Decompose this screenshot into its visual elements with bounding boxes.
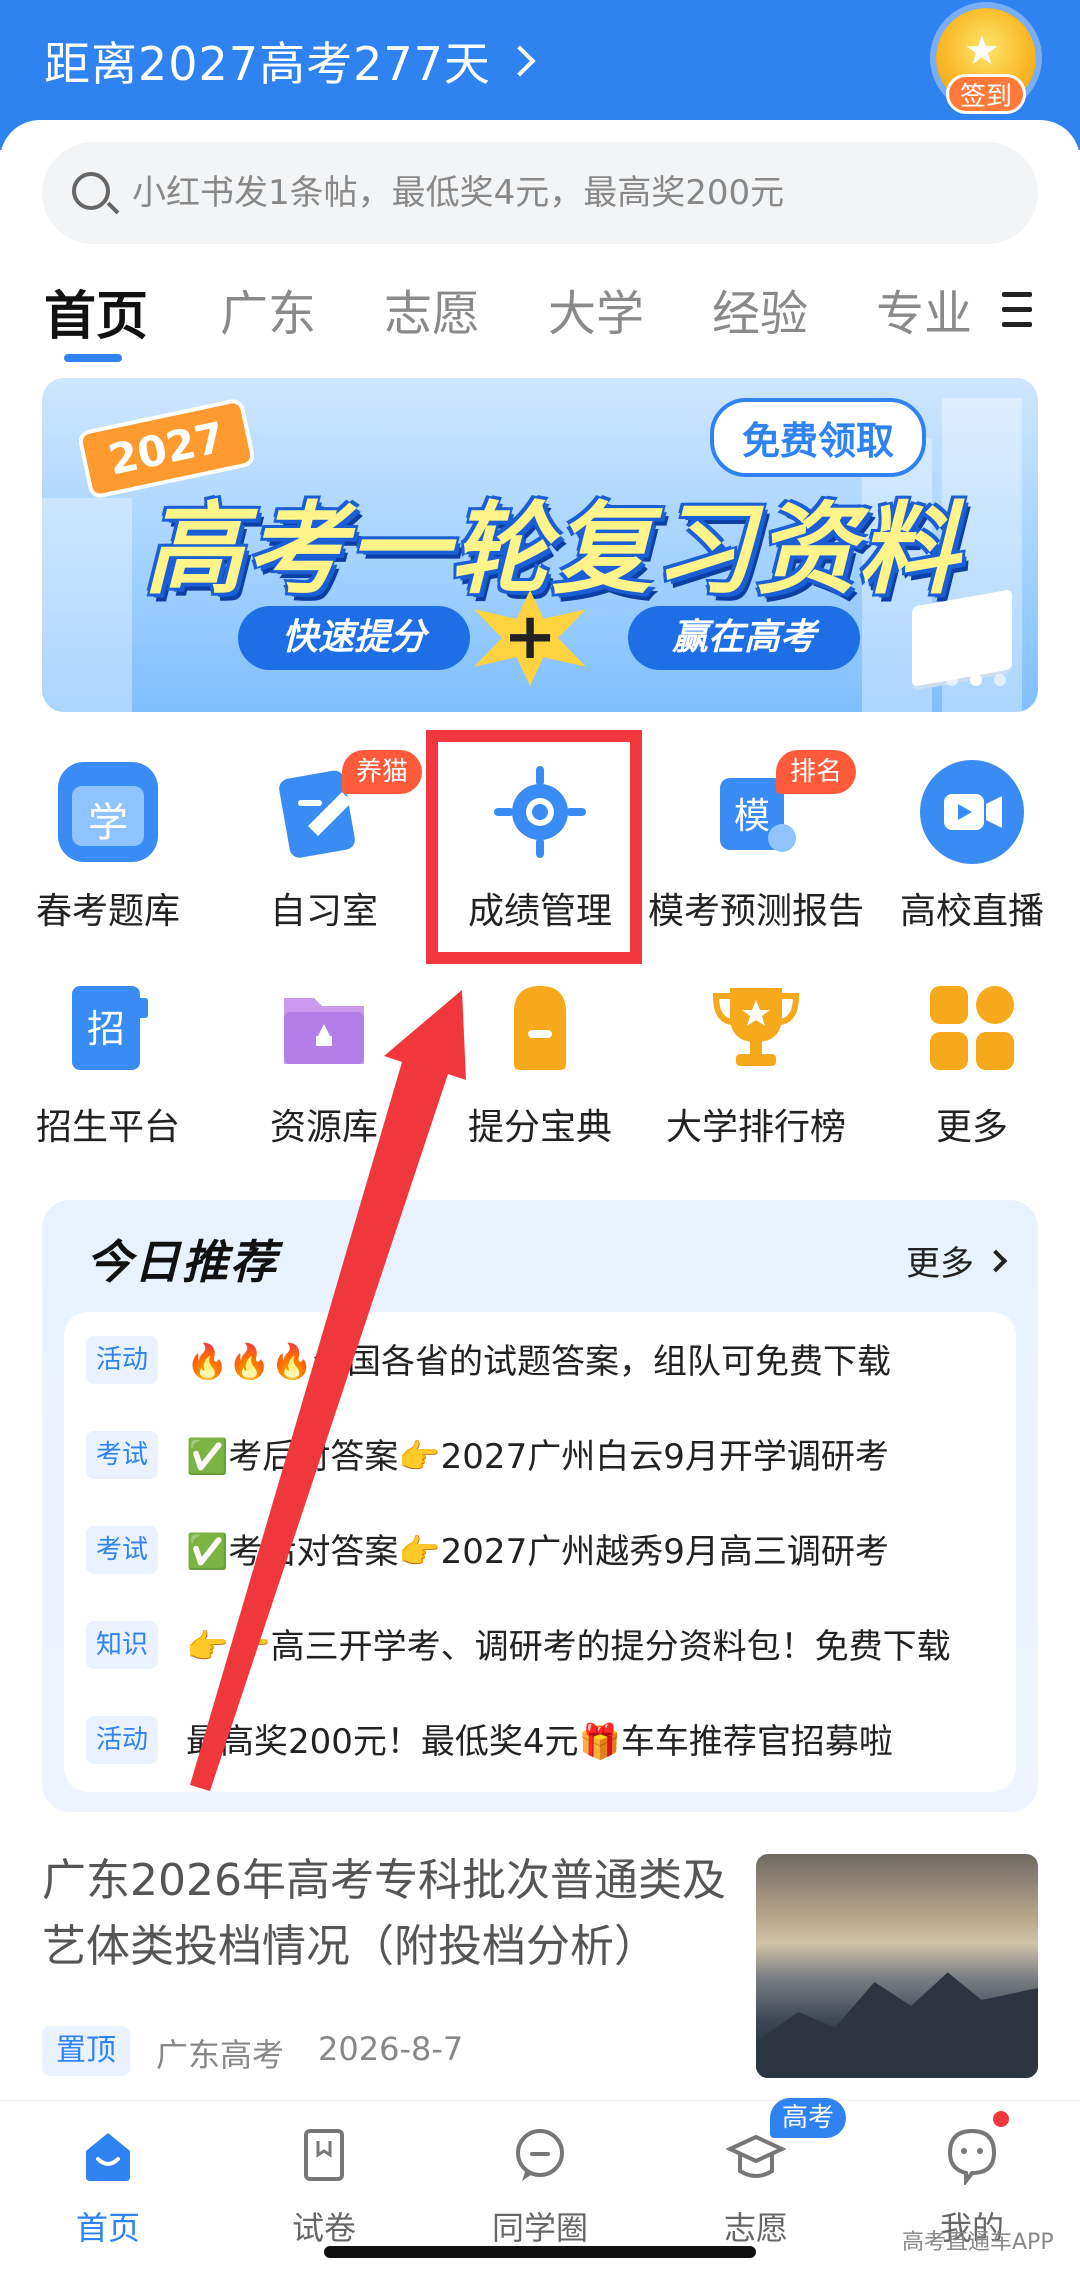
recommend-title: 今日推荐 xyxy=(86,1235,278,1289)
tab-university[interactable]: 大学 xyxy=(548,274,644,344)
admissions-icon: 招 xyxy=(72,986,148,1070)
news-thumbnail[interactable] xyxy=(756,1854,1038,2078)
list-item[interactable]: 考试 ✅考后对答案👉2027广州白云9月开学调研考 xyxy=(64,1407,1016,1501)
tab-home[interactable]: 首页 xyxy=(44,274,148,349)
chevron-right-icon xyxy=(984,1249,1008,1272)
admissions-glyph: 招 xyxy=(87,1007,125,1051)
item-tag: 活动 xyxy=(86,1336,158,1384)
grid-item-campus-live[interactable]: 高校直播 xyxy=(864,756,1080,946)
profile-face-icon xyxy=(947,2128,997,2185)
item-text: 🔥🔥🔥全国各省的试题答案，组队可免费下载 xyxy=(186,1342,892,1382)
grid-label: 自习室 xyxy=(269,891,378,932)
recommend-list: 活动 🔥🔥🔥全国各省的试题答案，组队可免费下载 考试 ✅考后对答案👉2027广州… xyxy=(64,1312,1016,1792)
news-source: 广东高考 xyxy=(156,2036,285,2074)
live-video-icon xyxy=(920,760,1024,864)
pinned-badge: 置顶 xyxy=(42,2026,130,2076)
grid-item-mock-report[interactable]: 模 排名 模考预测报告 xyxy=(648,750,865,946)
grid-item-study-room[interactable]: 养猫 自习室 xyxy=(216,750,432,946)
chevron-right-icon xyxy=(504,45,536,77)
recommend-more-link[interactable]: 更多 xyxy=(906,1236,1008,1285)
checkin-label: 签到 xyxy=(946,74,1026,114)
grid-label: 更多 xyxy=(935,1107,1008,1148)
active-tab-indicator xyxy=(64,354,122,362)
trophy-icon xyxy=(712,988,800,1066)
nav-label: 试卷 xyxy=(291,2209,356,2247)
news-title-link[interactable]: 广东2026年高考专科批次普通类及艺体类投档情况（附投档分析） xyxy=(42,1848,742,1980)
tab-volunteer[interactable]: 志愿 xyxy=(384,274,480,344)
more-grid-icon xyxy=(930,986,1014,1070)
tab-major[interactable]: 专业 xyxy=(876,274,972,344)
volunteer-badge: 高考 xyxy=(770,2098,847,2138)
grid-label: 提分宝典 xyxy=(467,1107,612,1148)
app-watermark: 高考直通车APP xyxy=(902,2230,1054,2255)
paper-icon xyxy=(304,2129,344,2181)
countdown-text: 距离2027高考277天 xyxy=(44,37,491,91)
nav-papers[interactable]: 试卷 xyxy=(216,2115,432,2255)
score-management-highlight xyxy=(426,730,642,964)
tab-experience[interactable]: 经验 xyxy=(712,274,808,344)
grid-item-admissions[interactable]: 招 招生平台 xyxy=(0,972,216,1162)
banner-free-label: 免费领取 xyxy=(710,398,927,477)
grid-item-resources[interactable]: 资源库 xyxy=(216,972,432,1162)
question-bank-icon: 学 xyxy=(58,762,158,862)
grid-badge: 养猫 xyxy=(342,750,423,794)
list-item[interactable]: 活动 🔥🔥🔥全国各省的试题答案，组队可免费下载 xyxy=(64,1312,1016,1406)
nav-label: 志愿 xyxy=(723,2209,788,2247)
grid-label: 大学排行榜 xyxy=(665,1107,846,1148)
tabs-menu-icon[interactable] xyxy=(1002,292,1032,328)
list-item[interactable]: 知识 👉👉高三开学考、调研考的提分资料包！免费下载 xyxy=(64,1597,1016,1691)
list-item[interactable]: 考试 ✅考后对答案👉2027广州越秀9月高三调研考 xyxy=(64,1502,1016,1596)
item-tag: 考试 xyxy=(86,1526,158,1574)
promo-banner[interactable]: 2027 免费领取 高考一轮复习资料 快速提分 赢在高考 + xyxy=(42,378,1038,712)
banner-right-pill: 赢在高考 xyxy=(628,606,861,670)
search-icon xyxy=(72,172,110,210)
item-text: 最高奖200元！最低奖4元🎁车车推荐官招募啦 xyxy=(186,1722,893,1762)
banner-title: 高考一轮复习资料 xyxy=(144,491,960,608)
category-tabs: 首页 广东 志愿 大学 经验 专业 xyxy=(0,260,1080,370)
nav-home[interactable]: 首页 xyxy=(0,2115,216,2255)
grid-badge: 排名 xyxy=(776,750,857,794)
item-text: 👉👉高三开学考、调研考的提分资料包！免费下载 xyxy=(186,1627,951,1667)
exam-countdown-link[interactable]: 距离2027高考277天 xyxy=(44,28,536,94)
star-icon: ★ xyxy=(964,28,1000,74)
grid-label: 资源库 xyxy=(269,1107,378,1148)
grid-label: 模考预测报告 xyxy=(648,891,865,932)
search-placeholder: 小红书发1条帖，最低奖4元，最高奖200元 xyxy=(132,173,785,213)
item-text: ✅考后对答案👉2027广州越秀9月高三调研考 xyxy=(186,1532,889,1572)
tab-guangdong[interactable]: 广东 xyxy=(220,274,316,344)
question-bank-glyph: 学 xyxy=(88,800,128,846)
carousel-dots xyxy=(946,674,1006,686)
recommend-more-label: 更多 xyxy=(906,1244,974,1284)
mock-exam-glyph: 模 xyxy=(734,796,770,837)
grid-item-question-bank[interactable]: 学 春考题库 xyxy=(0,756,216,946)
checkin-button[interactable]: ★ 签到 xyxy=(936,8,1036,114)
grid-item-more[interactable]: 更多 xyxy=(864,972,1080,1162)
grid-item-score-handbook[interactable]: 提分宝典 xyxy=(432,972,648,1162)
grid-label: 高校直播 xyxy=(899,891,1044,932)
grid-item-university-ranking[interactable]: 大学排行榜 xyxy=(648,972,864,1162)
notification-dot xyxy=(990,2108,1012,2130)
search-input[interactable]: 小红书发1条帖，最低奖4元，最高奖200元 xyxy=(42,142,1038,244)
item-tag: 考试 xyxy=(86,1431,158,1479)
folder-icon xyxy=(284,998,364,1064)
nav-classmates[interactable]: 同学圈 xyxy=(432,2115,648,2255)
item-tag: 知识 xyxy=(86,1621,158,1669)
item-tag: 活动 xyxy=(86,1716,158,1764)
home-icon xyxy=(86,2133,130,2181)
chat-bubble-icon xyxy=(516,2129,564,2181)
news-date: 2026-8-7 xyxy=(318,2030,464,2068)
list-item[interactable]: 活动 最高奖200元！最低奖4元🎁车车推荐官招募啦 xyxy=(64,1692,1016,1786)
home-indicator xyxy=(324,2246,756,2258)
nav-label: 首页 xyxy=(75,2209,140,2247)
grid-label: 春考题库 xyxy=(35,891,180,932)
banner-left-pill: 快速提分 xyxy=(238,606,471,670)
backpack-icon xyxy=(514,986,566,1070)
item-text: ✅考后对答案👉2027广州白云9月开学调研考 xyxy=(186,1437,889,1477)
nav-label: 同学圈 xyxy=(491,2209,588,2247)
grid-label: 招生平台 xyxy=(35,1107,180,1148)
today-recommend-card: 今日推荐 更多 活动 🔥🔥🔥全国各省的试题答案，组队可免费下载 考试 ✅考后对答… xyxy=(42,1200,1038,1812)
